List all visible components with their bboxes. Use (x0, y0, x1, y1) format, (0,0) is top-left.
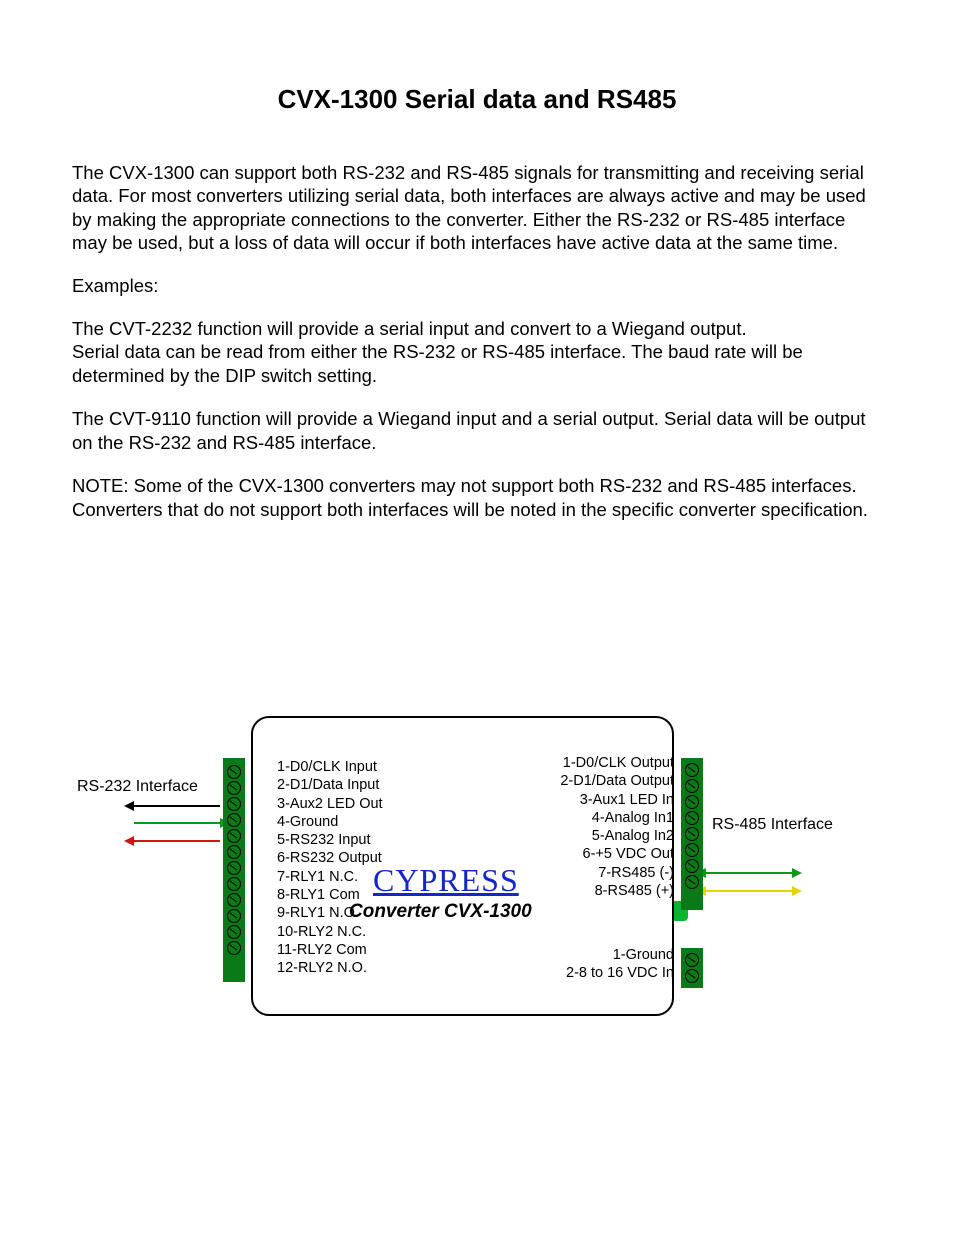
pin-label: 1-Ground (566, 946, 674, 964)
pin-label: 12-RLY2 N.O. (277, 959, 383, 977)
pin-label: 5-Analog In2 (560, 827, 674, 845)
pin-label: 8-RS485 (+) (560, 882, 674, 900)
pin-label: 4-Ground (277, 813, 383, 831)
paragraph-cvt9110: The CVT-9110 function will provide a Wie… (72, 407, 882, 454)
pin-label: 10-RLY2 N.C. (277, 923, 383, 941)
rs485-interface-label: RS-485 Interface (712, 816, 833, 834)
pin-label: 3-Aux1 LED In (560, 791, 674, 809)
pin-labels-right-bot: 1-Ground2-8 to 16 VDC In (566, 946, 674, 983)
pin-label: 2-8 to 16 VDC In (566, 964, 674, 982)
arrow-rs485-green (706, 872, 792, 874)
document-page: CVX-1300 Serial data and RS485 The CVX-1… (0, 0, 954, 1235)
converter-diagram: 1-D0/CLK Input2-D1/Data Input3-Aux2 LED … (225, 716, 700, 1036)
terminal-block-right-top (681, 758, 703, 910)
pin-label: 1-D0/CLK Output (560, 754, 674, 772)
arrow-rs232-green (134, 822, 220, 824)
pin-label: 7-RS485 (-) (560, 864, 674, 882)
paragraph-note: NOTE: Some of the CVX-1300 converters ma… (72, 474, 882, 521)
pin-label: 2-D1/Data Input (277, 776, 383, 794)
pin-label: 1-D0/CLK Input (277, 758, 383, 776)
paragraph-cvt2232-b: Serial data can be read from either the … (72, 340, 882, 387)
pin-label: 6-+5 VDC Out (560, 845, 674, 863)
pin-label: 5-RS232 Input (277, 831, 383, 849)
arrow-rs485-yellow (706, 890, 792, 892)
converter-model-label: Converter CVX-1300 (349, 901, 532, 923)
paragraph-cvt2232-a: The CVT-2232 function will provide a ser… (72, 317, 882, 340)
pin-labels-right-top: 1-D0/CLK Output2-D1/Data Output3-Aux1 LE… (560, 754, 674, 900)
pin-label: 3-Aux2 LED Out (277, 795, 383, 813)
pin-label: 6-RS232 Output (277, 849, 383, 867)
pin-label: 11-RLY2 Com (277, 941, 383, 959)
pin-labels-left: 1-D0/CLK Input2-D1/Data Input3-Aux2 LED … (277, 758, 383, 978)
rs232-interface-label: RS-232 Interface (77, 778, 198, 796)
pin-label: 4-Analog In1 (560, 809, 674, 827)
examples-heading: Examples: (72, 275, 882, 297)
pin-label: 7-RLY1 N.C. (277, 868, 383, 886)
terminal-block-right-bot (681, 948, 703, 988)
pin-label: 2-D1/Data Output (560, 772, 674, 790)
terminal-block-left (223, 758, 245, 982)
cypress-logo: CYPRESS (373, 862, 519, 899)
page-title: CVX-1300 Serial data and RS485 (72, 84, 882, 115)
arrow-rs232-black (134, 805, 220, 807)
paragraph-intro: The CVX-1300 can support both RS-232 and… (72, 161, 882, 255)
arrow-rs232-red (134, 840, 220, 842)
